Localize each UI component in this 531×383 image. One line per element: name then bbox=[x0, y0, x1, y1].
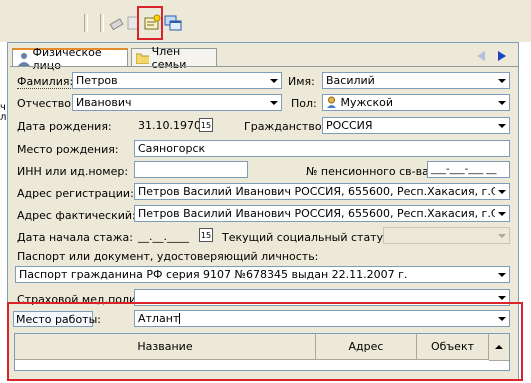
pension-field[interactable]: ___-___-___ __ bbox=[427, 161, 510, 178]
patronymic-combo[interactable]: Иванович bbox=[72, 94, 282, 111]
workplace-combo[interactable]: Атлант bbox=[134, 310, 510, 327]
birthplace-field[interactable]: Саяногорск bbox=[134, 140, 510, 157]
tab-next-arrow-icon[interactable] bbox=[498, 51, 506, 61]
seniority-value[interactable]: __.__.____ bbox=[138, 230, 189, 243]
citizenship-combo[interactable]: РОССИЯ bbox=[322, 117, 510, 134]
chevron-down-icon[interactable] bbox=[495, 184, 509, 199]
patronymic-label: Отчество: bbox=[17, 97, 75, 110]
tab-label: Член семьи bbox=[151, 45, 187, 71]
birthdate-label: Дата рождения: bbox=[17, 120, 112, 133]
gender-value: Мужской bbox=[340, 96, 393, 109]
passport-value: Паспорт гражданина РФ серия 9107 №678345… bbox=[19, 268, 408, 281]
citizenship-label: Гражданство: bbox=[244, 120, 326, 133]
text-caret bbox=[179, 313, 181, 324]
column-header-address[interactable]: Адрес bbox=[316, 334, 417, 360]
scroll-up-button[interactable] bbox=[489, 334, 509, 361]
fact-address-value: Петров Василий Иванович РОССИЯ, 655600, … bbox=[138, 207, 509, 220]
folder-icon bbox=[136, 53, 149, 64]
chevron-down-icon[interactable] bbox=[495, 95, 509, 110]
surname-combo[interactable]: Петров bbox=[72, 72, 282, 89]
inn-field[interactable] bbox=[134, 161, 248, 178]
chevron-down-icon[interactable] bbox=[267, 95, 281, 110]
name-combo[interactable]: Василий bbox=[322, 72, 510, 89]
top-toolbar bbox=[0, 0, 531, 42]
gender-label: Пол: bbox=[291, 97, 317, 110]
tab-divider bbox=[10, 66, 518, 67]
gender-combo[interactable]: Мужской bbox=[322, 94, 510, 111]
passport-combo[interactable]: Паспорт гражданина РФ серия 9107 №678345… bbox=[15, 266, 510, 283]
toolbar-highlight-box bbox=[137, 6, 163, 40]
citizenship-value: РОССИЯ bbox=[326, 119, 373, 132]
male-icon bbox=[327, 96, 336, 108]
birthplace-label: Место рождения: bbox=[17, 143, 119, 156]
social-status-label: Текущий социальный статус: bbox=[222, 231, 393, 244]
workplace-value: Атлант bbox=[138, 312, 180, 325]
fact-address-label: Адрес фактический: bbox=[17, 209, 136, 222]
chevron-down-icon[interactable] bbox=[495, 228, 509, 243]
workplace-grid[interactable]: Название Адрес Объект bbox=[14, 333, 510, 371]
toolbar-separator bbox=[100, 14, 104, 32]
window-list-icon[interactable] bbox=[164, 14, 182, 32]
passport-label: Паспорт или документ, удостоверяющий лич… bbox=[17, 250, 319, 263]
reg-address-combo[interactable]: Петров Василий Иванович РОССИЯ, 655600, … bbox=[134, 183, 510, 200]
name-value: Василий bbox=[326, 74, 375, 87]
tab-family-member[interactable]: Член семьи bbox=[131, 45, 217, 71]
calendar-icon[interactable]: 15 bbox=[199, 228, 213, 242]
reg-address-value: Петров Василий Иванович РОССИЯ, 655600, … bbox=[138, 185, 509, 198]
chevron-up-icon bbox=[495, 345, 503, 349]
chevron-down-icon[interactable] bbox=[267, 73, 281, 88]
surname-label: Фамилия: bbox=[17, 75, 74, 89]
reg-address-label: Адрес регистрации: bbox=[17, 187, 134, 200]
edge-text: л bbox=[0, 112, 7, 123]
column-header-object[interactable]: Объект bbox=[417, 334, 489, 360]
tab-prev-arrow-icon[interactable] bbox=[477, 51, 485, 61]
seniority-label: Дата начала стажа: bbox=[17, 231, 133, 244]
birthdate-value[interactable]: 31.10.1970 bbox=[138, 119, 201, 132]
chevron-down-icon[interactable] bbox=[495, 206, 509, 221]
chevron-down-icon[interactable] bbox=[495, 73, 509, 88]
surname-value: Петров bbox=[76, 74, 118, 87]
inn-label: ИНН или ид.номер: bbox=[17, 165, 129, 178]
toolbar-separator bbox=[84, 14, 88, 32]
chevron-down-icon[interactable] bbox=[495, 311, 509, 326]
person-icon bbox=[18, 52, 30, 66]
name-label: Имя: bbox=[288, 75, 315, 88]
workplace-label-button[interactable]: Место работы: bbox=[13, 311, 101, 327]
social-status-combo[interactable] bbox=[383, 227, 510, 244]
calendar-icon[interactable]: 15 bbox=[199, 118, 213, 132]
fact-address-combo[interactable]: Петров Василий Иванович РОССИЯ, 655600, … bbox=[134, 205, 510, 222]
birthplace-value: Саяногорск bbox=[138, 142, 206, 155]
pension-value: ___-___-___ __ bbox=[431, 164, 497, 175]
column-header-name[interactable]: Название bbox=[15, 334, 316, 360]
tab-label: Физическое лицо bbox=[32, 45, 102, 72]
chevron-down-icon[interactable] bbox=[495, 118, 509, 133]
pension-label: № пенсионного св-ва: bbox=[306, 165, 433, 178]
tab-physical-person[interactable]: Физическое лицо bbox=[12, 46, 128, 72]
workplace-label: Место работы: bbox=[16, 313, 101, 326]
chevron-down-icon[interactable] bbox=[495, 267, 509, 282]
patronymic-value: Иванович bbox=[76, 96, 132, 109]
